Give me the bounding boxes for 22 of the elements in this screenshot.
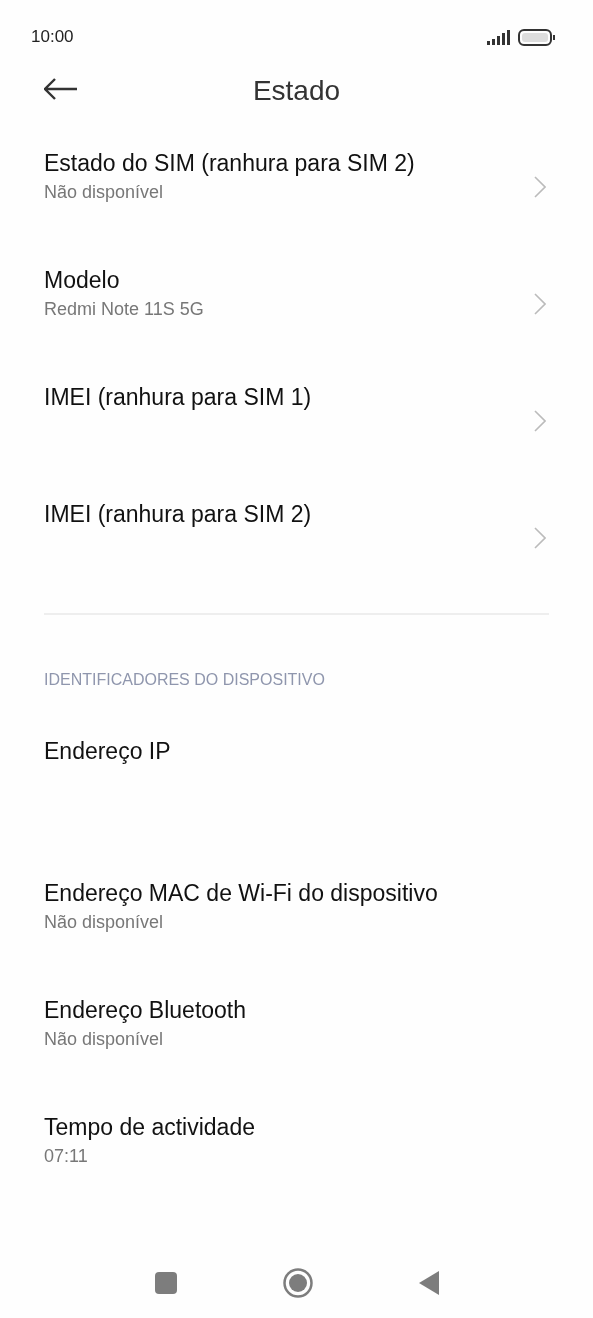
back-arrow-icon[interactable] [44,78,78,100]
setting-value: Não disponível [44,1028,165,1051]
setting-value: Não disponível [44,911,165,934]
page-title: Estado [252,75,341,107]
setting-title[interactable]: Modelo [44,265,204,295]
home-icon[interactable] [282,1268,313,1298]
section-header: IDENTIFICADORES DO DISPOSITIVO [43,670,326,690]
setting-title[interactable]: Tempo de actividade [44,1112,255,1142]
signal-icon [487,29,510,45]
setting-title[interactable]: Estado do SIM (ranhura para SIM 2) [44,148,415,178]
setting-value: Redmi Note 11S 5G [44,298,204,321]
setting-value: Não disponível [44,181,165,204]
setting-title[interactable]: IMEI (ranhura para SIM 1) [44,382,312,412]
setting-title[interactable]: Endereço MAC de Wi-Fi do dispositivo [44,878,438,908]
back-icon[interactable] [418,1271,439,1295]
setting-title[interactable]: Endereço IP [44,736,171,766]
status-time: 10:00 [31,27,74,47]
setting-value: 07:11 [44,1145,89,1168]
setting-title[interactable]: Endereço Bluetooth [44,995,247,1025]
recents-icon[interactable] [154,1272,177,1294]
setting-title[interactable]: IMEI (ranhura para SIM 2) [44,499,312,529]
battery-icon [518,28,556,46]
